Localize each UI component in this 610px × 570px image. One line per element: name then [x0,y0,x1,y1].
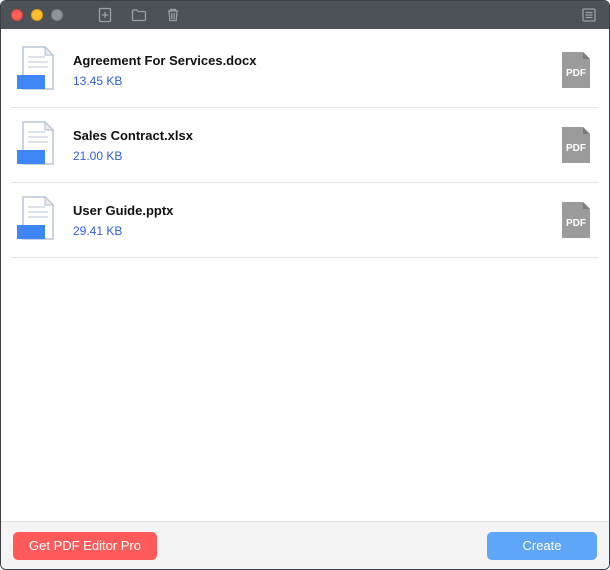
document-file-icon [15,45,59,95]
minimize-window-button[interactable] [31,9,43,21]
file-name: User Guide.pptx [73,203,545,218]
add-folder-icon[interactable] [131,7,147,23]
svg-text:PDF: PDF [566,143,586,154]
pdf-output-icon: PDF [559,125,593,165]
file-list-area: Agreement For Services.docx 13.45 KB PDF [1,29,609,521]
list-item[interactable]: User Guide.pptx 29.41 KB PDF [11,183,599,258]
file-name: Agreement For Services.docx [73,53,545,68]
maximize-window-button[interactable] [51,9,63,21]
close-window-button[interactable] [11,9,23,21]
svg-text:PDF: PDF [566,218,586,229]
file-size: 13.45 KB [73,74,545,88]
file-size: 29.41 KB [73,224,545,238]
list-item[interactable]: Agreement For Services.docx 13.45 KB PDF [11,39,599,108]
document-file-icon [15,195,59,245]
delete-icon[interactable] [165,7,181,23]
get-pro-button[interactable]: Get PDF Editor Pro [13,532,157,560]
file-name: Sales Contract.xlsx [73,128,545,143]
create-button[interactable]: Create [487,532,597,560]
list-item[interactable]: Sales Contract.xlsx 21.00 KB PDF [11,108,599,183]
list-view-icon[interactable] [581,7,597,23]
file-size: 21.00 KB [73,149,545,163]
document-file-icon [15,120,59,170]
svg-text:PDF: PDF [566,68,586,79]
app-window: Agreement For Services.docx 13.45 KB PDF [0,0,610,570]
window-controls [11,9,63,21]
pdf-output-icon: PDF [559,50,593,90]
add-file-icon[interactable] [97,7,113,23]
footer-bar: Get PDF Editor Pro Create [1,521,609,569]
titlebar [1,1,609,29]
toolbar [97,7,181,23]
pdf-output-icon: PDF [559,200,593,240]
